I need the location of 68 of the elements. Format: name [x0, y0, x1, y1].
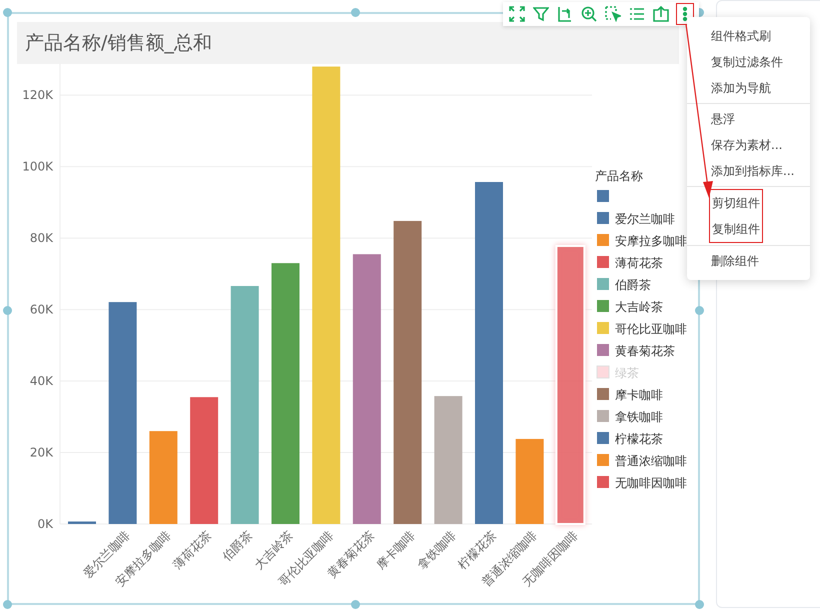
bar[interactable] [230, 286, 259, 524]
menu-item[interactable]: 添加到指标库... [687, 158, 810, 184]
x-axis-label: 薄荷花茶 [170, 528, 214, 572]
legend-label[interactable]: 哥伦比亚咖啡 [615, 322, 687, 336]
resize-handle[interactable] [3, 306, 12, 315]
legend-label[interactable]: 无咖啡因咖啡 [615, 476, 687, 490]
legend-swatch[interactable] [597, 432, 609, 444]
bar[interactable] [555, 244, 586, 525]
legend-label[interactable]: 普通浓缩咖啡 [615, 454, 687, 468]
legend-swatch[interactable] [597, 190, 609, 202]
legend-swatch[interactable] [597, 476, 609, 488]
resize-handle[interactable] [695, 306, 704, 315]
legend-label[interactable]: 大吉岭茶 [615, 300, 663, 314]
legend-swatch[interactable] [597, 454, 609, 466]
y-axis-label: 40K [30, 374, 53, 388]
legend-label[interactable]: 伯爵茶 [615, 278, 651, 292]
legend-label[interactable]: 爱尔兰咖啡 [615, 212, 675, 226]
bar[interactable] [149, 431, 178, 524]
menu-item[interactable]: 组件格式刷 [687, 23, 810, 49]
resize-handle[interactable] [3, 8, 12, 17]
rotate-icon[interactable] [557, 4, 573, 24]
select-icon[interactable] [605, 4, 621, 24]
legend-swatch[interactable] [597, 322, 609, 334]
y-axis-label: 0K [37, 517, 53, 531]
legend-swatch[interactable] [597, 278, 609, 290]
export-icon[interactable] [653, 4, 669, 24]
y-axis-label: 80K [30, 231, 53, 246]
legend-swatch[interactable] [597, 388, 609, 400]
bar[interactable] [516, 438, 544, 524]
resize-handle[interactable] [351, 600, 360, 609]
legend-swatch[interactable] [597, 410, 609, 422]
legend-swatch[interactable] [597, 256, 609, 268]
bar[interactable] [394, 220, 422, 524]
bar[interactable] [108, 302, 137, 524]
fullscreen-icon[interactable] [509, 4, 525, 24]
bar[interactable] [312, 66, 340, 524]
legend-swatch[interactable] [597, 234, 609, 246]
x-axis-label: 伯爵茶 [220, 528, 255, 564]
legend-label[interactable]: 拿铁咖啡 [615, 410, 663, 424]
menu-item[interactable]: 悬浮 [687, 106, 810, 132]
menu-item[interactable]: 保存为素材... [687, 132, 810, 158]
legend-title: 产品名称 [595, 169, 643, 183]
y-axis-label: 120K [22, 88, 53, 102]
legend-swatch[interactable] [597, 300, 609, 312]
legend-label[interactable]: 薄荷花茶 [615, 256, 663, 270]
legend-label[interactable]: 黄春菊花茶 [615, 344, 675, 358]
zoom-icon[interactable] [581, 4, 597, 24]
legend-label[interactable]: 柠檬花茶 [615, 432, 663, 446]
bar[interactable] [352, 254, 381, 524]
resize-handle[interactable] [351, 8, 360, 17]
menu-item[interactable]: 复制过滤条件 [687, 49, 810, 75]
y-axis-label: 100K [22, 160, 53, 174]
legend-label[interactable]: 安摩拉多咖啡 [615, 234, 687, 248]
resize-handle[interactable] [695, 600, 704, 609]
menu-item[interactable]: 添加为导航 [687, 75, 810, 101]
legend-swatch[interactable] [597, 344, 609, 356]
resize-handle[interactable] [3, 600, 12, 609]
legend-label[interactable]: 摩卡咖啡 [615, 388, 663, 402]
bar[interactable] [434, 396, 462, 524]
legend-swatch[interactable] [597, 212, 609, 224]
y-axis-label: 20K [30, 446, 53, 460]
y-axis-label: 60K [30, 302, 53, 317]
widget-title: 产品名称/销售额_总和 [17, 22, 679, 64]
filter-icon[interactable] [533, 4, 549, 24]
menu-item[interactable]: 删除组件 [687, 248, 810, 274]
bar[interactable] [190, 397, 218, 524]
menu-item[interactable]: 复制组件 [709, 216, 763, 243]
more-icon[interactable] [677, 4, 693, 24]
